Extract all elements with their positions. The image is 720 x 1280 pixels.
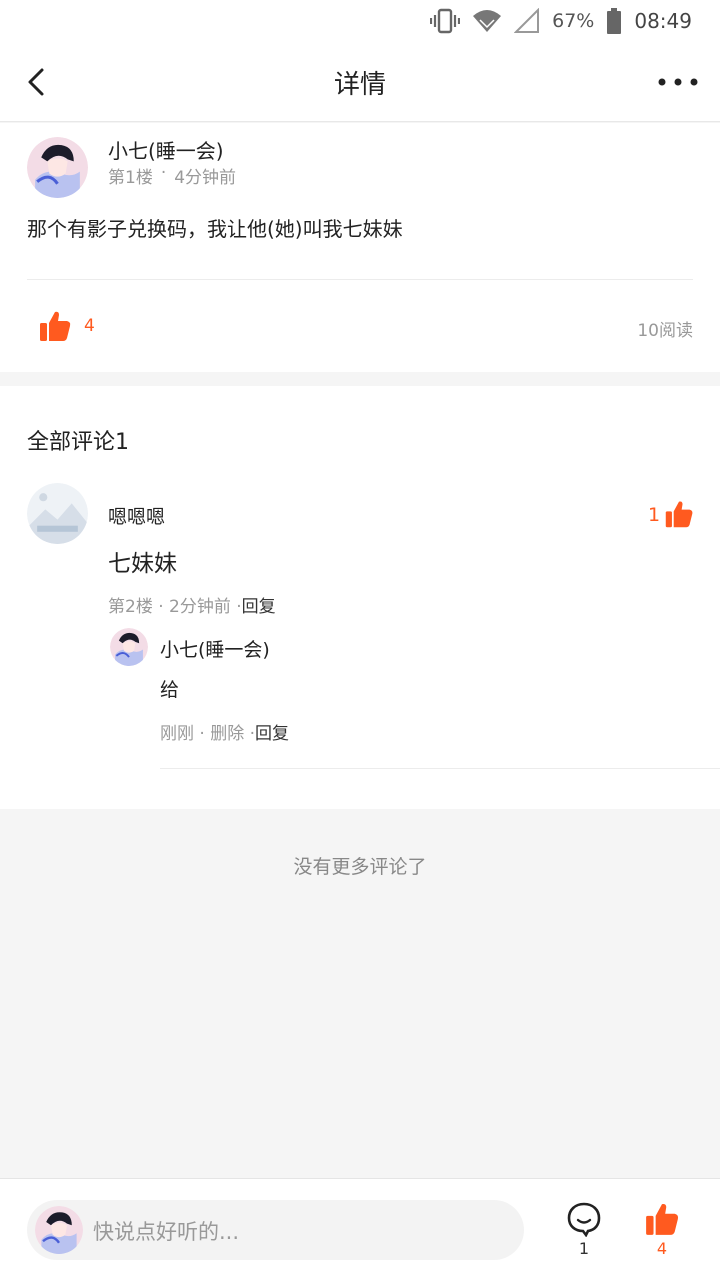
signal-icon [514,8,540,34]
more-options-icon[interactable] [658,66,698,98]
thumbs-up-icon[interactable] [644,1201,680,1237]
like-count: 4 [656,1239,668,1258]
vibrate-icon [430,8,461,34]
commenter-name[interactable]: 嗯嗯嗯 [108,502,165,529]
post-floor: 第1楼 [108,168,153,188]
post-read-count: 10阅读 [637,321,693,341]
post-author[interactable]: 小七(睡一会) [108,135,224,164]
battery-percent: 67% [552,10,595,32]
post-time: 4分钟前 [174,168,237,188]
status-bar: 67% 08:49 [0,0,720,42]
meta-separator: · [160,163,167,183]
post-like-count: 4 [84,316,95,336]
reply-text: 给 [160,679,180,701]
comment-icon[interactable] [566,1201,602,1238]
reply-meta-text: 刚刚 · 删除 · [160,724,256,744]
comment-text: 七妹妹 [108,551,177,577]
clock: 08:49 [634,9,692,33]
original-post: 小七(睡一会) 第1楼 · 4分钟前 那个有影子兑换码，我让他(她)叫我七妹妹 … [0,123,720,372]
reply-meta: 刚刚 · 删除 · 回复 [160,719,289,744]
reply-button[interactable]: 回复 [255,719,289,744]
divider [160,768,720,769]
wifi-icon [472,8,502,34]
navigation-bar: 详情 [0,42,720,122]
comment-like-count: 1 [648,504,661,526]
battery-icon [606,7,622,35]
comments-section: 全部评论1 嗯嗯嗯 1 七妹妹 第2楼 · 2分钟前 · 回复 小七(睡一会) … [0,386,720,809]
comment-meta: 第2楼 · 2分钟前 · 回复 [108,592,276,617]
comment-input[interactable]: 快说点好听的... [27,1200,524,1260]
comments-heading: 全部评论1 [27,430,129,455]
post-content: 那个有影子兑换码，我让他(她)叫我七妹妹 [27,217,403,241]
bottom-bar: 快说点好听的... 1 4 [0,1178,720,1280]
avatar[interactable] [27,137,88,198]
commenter-avatar[interactable] [27,483,88,544]
reply-author[interactable]: 小七(睡一会) [160,635,270,662]
comment-meta-text: 第2楼 · 2分钟前 · [108,597,242,617]
divider [27,279,693,280]
page-title: 详情 [333,70,386,100]
thumbs-up-icon[interactable] [664,499,694,529]
post-meta: 第1楼 · 4分钟前 [108,163,236,188]
thumbs-up-icon[interactable] [38,309,72,343]
reply-button[interactable]: 回复 [242,592,276,617]
comment-count: 1 [578,1239,590,1258]
no-more-comments: 没有更多评论了 [293,856,427,878]
input-placeholder: 快说点好听的... [93,1220,240,1244]
avatar [35,1206,83,1254]
reply-avatar[interactable] [110,628,148,666]
